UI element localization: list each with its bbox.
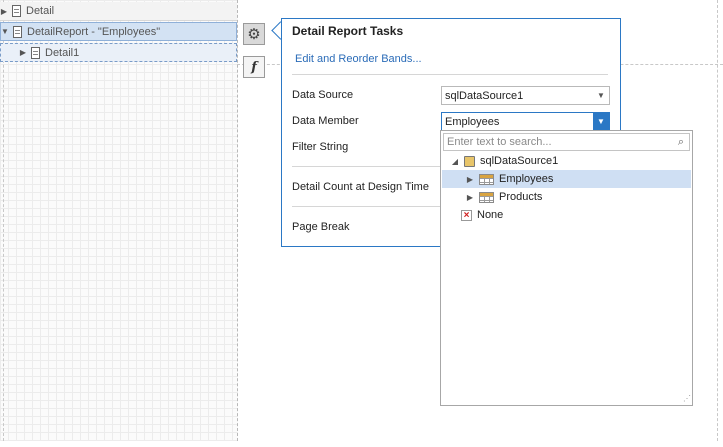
tasks-smart-tag-button[interactable]: ⚙ (243, 23, 265, 45)
band-icon (13, 25, 22, 38)
data-source-combo[interactable]: sqlDataSource1 ▼ (441, 86, 610, 105)
table-icon (479, 191, 494, 203)
function-icon: f (251, 59, 257, 75)
band-detail[interactable]: ▶ Detail (0, 2, 237, 21)
tree-item-label: sqlDataSource1 (480, 155, 559, 167)
chevron-down-icon[interactable]: ▼ (593, 87, 609, 104)
tree-item-datasource[interactable]: ◢ sqlDataSource1 (442, 152, 691, 170)
band-detail-report[interactable]: ▼ DetailReport - "Employees" (0, 22, 237, 41)
tree-item-label: Products (499, 191, 543, 203)
detail-count-label: Detail Count at Design Time (292, 181, 429, 193)
expand-arrow-icon[interactable]: ▶ (465, 175, 475, 184)
band-label: Detail (26, 5, 55, 17)
band-icon (31, 46, 40, 59)
tree-item-none[interactable]: × None (442, 206, 691, 224)
band-label: Detail1 (45, 46, 80, 59)
data-member-label: Data Member (292, 115, 359, 127)
data-source-value: sqlDataSource1 (445, 89, 524, 102)
panel-title: Detail Report Tasks (292, 24, 404, 38)
collapse-arrow-icon[interactable]: ◢ (450, 157, 460, 166)
gear-icon: ⚙ (247, 25, 261, 43)
data-source-label: Data Source (292, 89, 354, 101)
data-member-dropdown: Enter text to search... ⌕ ◢ sqlDataSourc… (440, 130, 693, 406)
expressions-smart-tag-button[interactable]: f (243, 56, 265, 78)
divider (292, 74, 608, 75)
expand-arrow-icon[interactable]: ▶ (465, 193, 475, 202)
data-member-combo[interactable]: Employees ▼ (441, 112, 610, 131)
filter-string-label: Filter String (292, 141, 349, 153)
tree-item-label: None (477, 209, 504, 221)
tree-item-products[interactable]: ▶ Products (442, 188, 691, 206)
table-icon (479, 173, 494, 185)
edit-reorder-bands-link[interactable]: Edit and Reorder Bands... (295, 53, 422, 65)
tree-item-label: Employees (499, 173, 554, 185)
margin-guide-right (717, 0, 718, 441)
tree-item-employees[interactable]: ▶ Employees (442, 170, 691, 188)
page-break-label: Page Break (292, 221, 350, 233)
expand-arrow-icon[interactable]: ▶ (19, 48, 27, 57)
band-label: DetailReport - "Employees" (27, 25, 161, 38)
database-icon (464, 155, 475, 167)
collapse-arrow-icon[interactable]: ▼ (1, 27, 9, 36)
expand-arrow-icon[interactable]: ▶ (0, 7, 8, 16)
search-placeholder: Enter text to search... (447, 136, 552, 148)
none-icon: × (461, 209, 472, 221)
margin-guide-left (3, 0, 4, 441)
data-member-value: Employees (445, 115, 500, 128)
chevron-down-icon[interactable]: ▼ (593, 113, 609, 130)
resize-grip-icon[interactable]: ⋰ (683, 394, 691, 403)
search-icon[interactable]: ⌕ (673, 136, 689, 149)
band-icon (12, 5, 21, 17)
report-design-surface[interactable] (0, 0, 238, 441)
search-field[interactable]: Enter text to search... ⌕ (443, 133, 690, 151)
band-detail1[interactable]: ▶ Detail1 (0, 43, 237, 62)
